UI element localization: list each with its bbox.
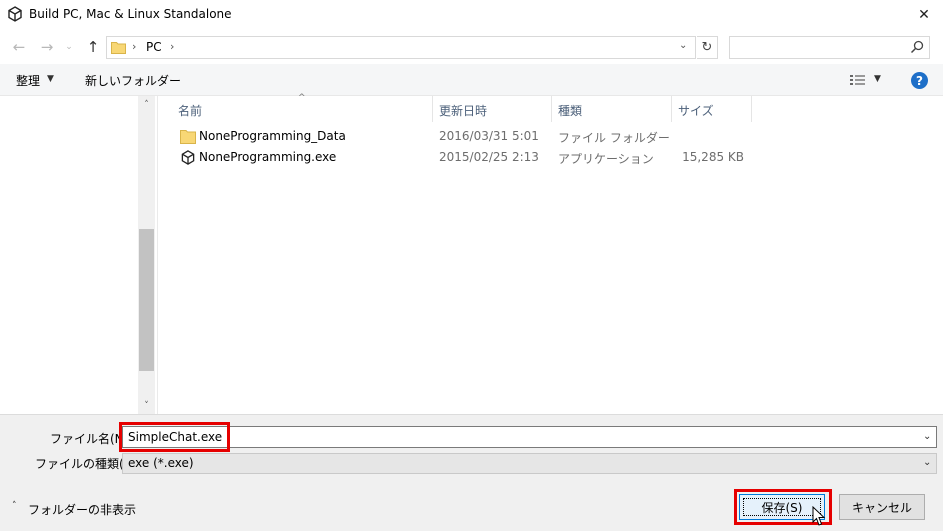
chevron-down-icon[interactable]: ⌄ [923, 457, 931, 468]
file-type: アプリケーション [558, 152, 654, 166]
back-button[interactable]: ← [9, 37, 29, 57]
cancel-button[interactable]: キャンセル [839, 494, 925, 520]
filetype-select[interactable]: exe (*.exe) ⌄ [122, 453, 937, 474]
search-icon[interactable] [910, 40, 924, 54]
save-form: ファイル名(N): SimpleChat.exe ⌄ ファイルの種類(T): e… [0, 414, 943, 531]
filename-highlight-box [119, 422, 230, 452]
column-divider[interactable] [551, 96, 552, 122]
view-options-icon[interactable] [849, 73, 867, 87]
up-button[interactable]: ↑ [83, 37, 103, 57]
filetype-value: exe (*.exe) [128, 456, 194, 470]
recent-locations-button[interactable]: ⌄ [62, 37, 76, 57]
arrow-left-icon: ← [12, 38, 26, 56]
chevron-down-icon[interactable]: ⌄ [923, 431, 931, 442]
organize-button[interactable]: 整理 [16, 72, 40, 89]
close-button[interactable]: ✕ [905, 0, 943, 30]
column-divider[interactable] [432, 96, 433, 122]
column-header-type[interactable]: 種類 [558, 100, 673, 124]
close-icon: ✕ [918, 7, 930, 23]
caret-down-icon[interactable]: ▼ [47, 74, 54, 84]
file-name: NoneProgramming.exe [199, 150, 337, 164]
navigation-pane[interactable] [0, 96, 156, 414]
new-folder-button[interactable]: 新しいフォルダー [85, 72, 181, 89]
chevron-down-icon: ˅ [144, 400, 149, 411]
mouse-cursor-icon [812, 506, 826, 526]
scroll-down-button[interactable]: ˅ [138, 397, 155, 414]
chevron-up-icon: ˄ [144, 99, 149, 110]
title-bar: Build PC, Mac & Linux Standalone ✕ [0, 0, 943, 30]
arrow-right-icon: → [40, 38, 54, 56]
column-divider[interactable] [751, 96, 752, 122]
help-icon: ? [916, 73, 923, 88]
scroll-up-button[interactable]: ˄ [138, 96, 155, 113]
column-header-date[interactable]: 更新日時 [439, 100, 553, 124]
table-row[interactable]: NoneProgramming_Data 2016/03/31 5:01 ファイ… [178, 127, 768, 148]
scrollbar-thumb[interactable] [139, 229, 154, 371]
chevron-down-icon: ⌄ [65, 42, 73, 52]
unity-icon [8, 6, 22, 22]
file-date: 2016/03/31 5:01 [439, 129, 539, 143]
breadcrumb-separator: › [132, 40, 137, 53]
file-date: 2015/02/25 2:13 [439, 150, 539, 164]
column-header-name[interactable]: 名前 [178, 100, 431, 124]
chevron-down-icon[interactable]: ⌄ [679, 40, 687, 51]
unity-icon [181, 150, 195, 165]
search-input[interactable] [729, 36, 930, 59]
navigation-bar: ← → ⌄ ↑ › PC › ⌄ ↻ [0, 31, 943, 63]
folder-icon [111, 42, 126, 54]
file-list[interactable]: ^ 名前 更新日時 種類 サイズ NoneProgramming_Data 20… [157, 93, 943, 414]
column-header-size[interactable]: サイズ [678, 100, 753, 124]
caret-down-icon[interactable]: ▼ [874, 74, 881, 84]
arrow-up-icon: ↑ [86, 38, 100, 56]
file-size: 15,285 KB [682, 150, 744, 164]
hide-folders-label: フォルダーの非表示 [28, 503, 137, 517]
refresh-button[interactable]: ↻ [697, 36, 718, 59]
folder-icon [180, 130, 196, 144]
window-title: Build PC, Mac & Linux Standalone [29, 7, 232, 21]
file-type: ファイル フォルダー [558, 131, 670, 145]
help-button[interactable]: ? [911, 72, 928, 89]
cancel-label: キャンセル [851, 500, 912, 515]
table-row[interactable]: NoneProgramming.exe 2015/02/25 2:13 アプリケ… [178, 148, 768, 169]
breadcrumb-separator[interactable]: › [170, 40, 174, 53]
forward-button[interactable]: → [37, 37, 57, 57]
column-divider[interactable] [671, 96, 672, 122]
breadcrumb-pc[interactable]: PC [146, 40, 162, 54]
chevron-up-icon: ˄ [12, 501, 17, 511]
file-name: NoneProgramming_Data [199, 129, 346, 143]
command-toolbar: 整理 ▼ 新しいフォルダー ▼ ? [0, 64, 943, 96]
address-bar[interactable]: › PC › ⌄ [106, 36, 696, 59]
refresh-icon: ↻ [701, 40, 713, 55]
filename-input[interactable]: SimpleChat.exe ⌄ [122, 426, 937, 448]
